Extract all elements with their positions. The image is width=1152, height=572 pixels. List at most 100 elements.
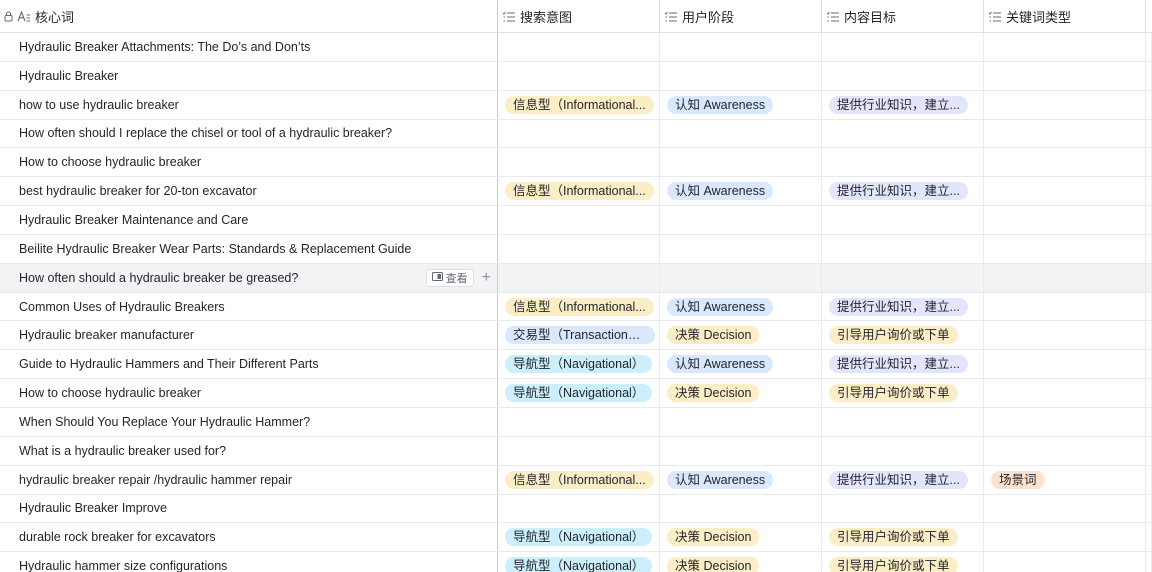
keyword-cell[interactable]: Hydraulic Breaker Attachments: The Do’s … (0, 33, 498, 61)
intent-cell[interactable] (498, 206, 660, 234)
keyword-cell[interactable]: When Should You Replace Your Hydraulic H… (0, 407, 498, 436)
keyword-cell[interactable]: Common Uses of Hydraulic Breakers (0, 292, 498, 321)
goal-cell[interactable]: 引导用户询价或下单 (822, 379, 984, 407)
stage-cell[interactable]: 决策 Decision (660, 321, 822, 350)
goal-cell[interactable] (822, 206, 984, 234)
intent-cell[interactable] (498, 494, 660, 523)
table-row[interactable]: Hydraulic Breaker Attachments: The Do’s … (0, 33, 1152, 62)
stage-cell[interactable]: 决策 Decision (660, 552, 822, 572)
keyword-cell[interactable]: Hydraulic Breaker Improve (0, 494, 498, 523)
goal-cell[interactable]: 引导用户询价或下单 (822, 523, 984, 552)
goal-cell[interactable]: 提供行业知识，建立... (822, 292, 984, 321)
goal-cell[interactable]: 引导用户询价或下单 (822, 321, 984, 350)
table-row[interactable]: How often should I replace the chisel or… (0, 119, 1152, 149)
stage-cell[interactable] (660, 206, 822, 234)
stage-cell[interactable]: 认知 Awareness (660, 90, 822, 119)
keyword-cell[interactable]: Hydraulic Breaker (0, 61, 498, 90)
keyword-type-cell[interactable] (984, 177, 1146, 206)
stage-cell[interactable] (660, 61, 822, 90)
stage-cell[interactable] (660, 33, 822, 61)
keyword-cell[interactable]: How to choose hydraulic breaker (0, 148, 498, 177)
goal-cell[interactable]: 提供行业知识，建立... (822, 465, 984, 494)
table-row[interactable]: How to choose hydraulic breaker (0, 148, 1152, 178)
keyword-cell[interactable]: hydraulic breaker repair /hydraulic hamm… (0, 465, 498, 494)
goal-cell[interactable] (822, 61, 984, 90)
keyword-type-cell[interactable] (984, 407, 1146, 436)
table-row[interactable]: Hydraulic Breaker (0, 61, 1152, 91)
goal-cell[interactable] (822, 494, 984, 523)
keyword-cell[interactable]: Hydraulic Breaker Maintenance and Care (0, 206, 498, 234)
keyword-type-cell[interactable] (984, 119, 1146, 148)
goal-cell[interactable] (822, 263, 984, 292)
keyword-type-cell[interactable]: 场景词 (984, 465, 1146, 494)
intent-cell[interactable]: 信息型（Informational... (498, 90, 660, 119)
stage-cell[interactable]: 决策 Decision (660, 523, 822, 552)
table-row[interactable]: What is a hydraulic breaker used for? (0, 436, 1152, 466)
keyword-type-cell[interactable] (984, 234, 1146, 263)
keyword-cell[interactable]: How often should I replace the chisel or… (0, 119, 498, 148)
intent-cell[interactable] (498, 263, 660, 292)
keyword-type-cell[interactable] (984, 379, 1146, 407)
stage-cell[interactable]: 认知 Awareness (660, 292, 822, 321)
column-header-keyword-type[interactable]: 关键词类型 (984, 0, 1146, 33)
keyword-type-cell[interactable] (984, 90, 1146, 119)
table-row[interactable]: Hydraulic breaker manufacturer 交易型（Transa… (0, 321, 1152, 351)
stage-cell[interactable] (660, 148, 822, 177)
goal-cell[interactable] (822, 407, 984, 436)
keyword-cell[interactable]: Hydraulic breaker manufacturer (0, 321, 498, 350)
column-header-stage[interactable]: 用户阶段 (660, 0, 822, 33)
intent-cell[interactable] (498, 148, 660, 177)
stage-cell[interactable] (660, 436, 822, 465)
table-row[interactable]: hydraulic breaker repair /hydraulic hamm… (0, 465, 1152, 495)
stage-cell[interactable] (660, 494, 822, 523)
goal-cell[interactable] (822, 436, 984, 465)
add-icon[interactable]: + (482, 269, 491, 286)
stage-cell[interactable] (660, 407, 822, 436)
intent-cell[interactable] (498, 407, 660, 436)
keyword-cell[interactable]: durable rock breaker for excavators (0, 523, 498, 552)
table-row[interactable]: Common Uses of Hydraulic Breakers 信息型（Inf… (0, 292, 1152, 322)
goal-cell[interactable]: 提供行业知识，建立... (822, 350, 984, 379)
keyword-type-cell[interactable] (984, 321, 1146, 350)
intent-cell[interactable] (498, 61, 660, 90)
intent-cell[interactable]: 信息型（Informational... (498, 292, 660, 321)
goal-cell[interactable]: 提供行业知识，建立... (822, 90, 984, 119)
table-row[interactable]: How to choose hydraulic breaker 导航型（Navig… (0, 379, 1152, 408)
keyword-type-cell[interactable] (984, 292, 1146, 321)
stage-cell[interactable] (660, 119, 822, 148)
table-row[interactable]: Beilite Hydraulic Breaker Wear Parts: St… (0, 234, 1152, 264)
keyword-type-cell[interactable] (984, 436, 1146, 465)
intent-cell[interactable]: 导航型（Navigational） (498, 379, 660, 407)
keyword-cell[interactable]: Beilite Hydraulic Breaker Wear Parts: St… (0, 234, 498, 263)
keyword-cell[interactable]: best hydraulic breaker for 20-ton excava… (0, 177, 498, 206)
goal-cell[interactable] (822, 148, 984, 177)
intent-cell[interactable]: 信息型（Informational... (498, 177, 660, 206)
intent-cell[interactable] (498, 436, 660, 465)
keyword-cell[interactable]: How often should a hydraulic breaker be … (0, 263, 498, 292)
stage-cell[interactable]: 认知 Awareness (660, 350, 822, 379)
intent-cell[interactable] (498, 119, 660, 148)
goal-cell[interactable] (822, 234, 984, 263)
table-row[interactable]: How often should a hydraulic breaker be … (0, 263, 1152, 293)
keyword-type-cell[interactable] (984, 148, 1146, 177)
stage-cell[interactable]: 认知 Awareness (660, 177, 822, 206)
table-row[interactable]: Hydraulic Breaker Improve (0, 494, 1152, 524)
keyword-cell[interactable]: Hydraulic hammer size configurations (0, 552, 498, 572)
keyword-cell[interactable]: How to choose hydraulic breaker (0, 379, 498, 407)
column-header-intent[interactable]: 搜索意图 (498, 0, 660, 33)
intent-cell[interactable]: 导航型（Navigational） (498, 350, 660, 379)
column-header-keyword[interactable]: 核心词 (0, 0, 498, 33)
stage-cell[interactable]: 决策 Decision (660, 379, 822, 407)
stage-cell[interactable] (660, 234, 822, 263)
keyword-cell[interactable]: Guide to Hydraulic Hammers and Their Dif… (0, 350, 498, 379)
intent-cell[interactable]: 导航型（Navigational） (498, 523, 660, 552)
keyword-type-cell[interactable] (984, 494, 1146, 523)
keyword-type-cell[interactable] (984, 552, 1146, 572)
table-row[interactable]: how to use hydraulic breaker 信息型（Informat… (0, 90, 1152, 120)
table-row[interactable]: best hydraulic breaker for 20-ton excava… (0, 177, 1152, 207)
table-row[interactable]: Hydraulic hammer size configurations 导航型（… (0, 552, 1152, 572)
keyword-type-cell[interactable] (984, 33, 1146, 61)
goal-cell[interactable]: 提供行业知识，建立... (822, 177, 984, 206)
intent-cell[interactable]: 信息型（Informational... (498, 465, 660, 494)
stage-cell[interactable]: 认知 Awareness (660, 465, 822, 494)
